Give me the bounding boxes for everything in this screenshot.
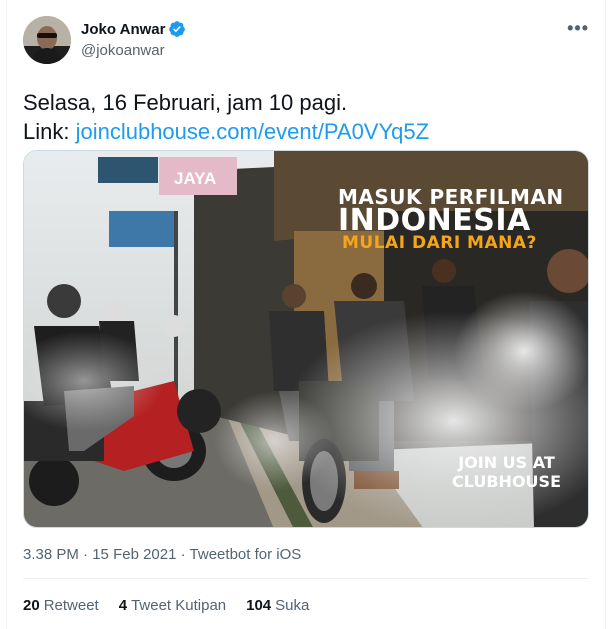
tweet-date[interactable]: 15 Feb 2021 [92, 546, 176, 563]
author-handle[interactable]: @jokoanwar [81, 42, 165, 59]
tweet-line-2: Link: joinclubhouse.com/event/PA0VYq5Z [23, 117, 429, 146]
more-options-icon[interactable]: ••• [567, 18, 589, 39]
link-prefix: Link: [23, 119, 76, 144]
retweets-stat[interactable]: 20 Retweet [23, 597, 99, 614]
quotes-count: 4 [118, 597, 128, 614]
tweet-media-image[interactable]: JAYA MASUK PERFILMAN INDONESIA MULAI DAR… [23, 150, 589, 528]
likes-count: 104 [246, 597, 272, 614]
retweets-label: Retweet [43, 597, 99, 614]
tweet-line-1: Selasa, 16 Februari, jam 10 pagi. [23, 90, 348, 115]
retweets-count: 20 [23, 597, 40, 614]
meta-separator-2: · [180, 546, 186, 563]
media-cta: JOIN US AT CLUBHOUSE [452, 453, 561, 491]
media-cta-line-1: JOIN US AT [458, 453, 555, 472]
tweet-source[interactable]: Tweetbot for iOS [190, 546, 302, 563]
tweet-time[interactable]: 3.38 PM [23, 546, 79, 563]
tweet-stats: 20 Retweet 4 Tweet Kutipan 104 Suka [23, 597, 309, 614]
tweet-text: Selasa, 16 Februari, jam 10 pagi. Link: … [23, 88, 429, 146]
quotes-stat[interactable]: 4 Tweet Kutipan [119, 597, 226, 614]
quotes-label: Tweet Kutipan [131, 597, 227, 614]
tweet-meta: 3.38 PM · 15 Feb 2021 · Tweetbot for iOS [23, 546, 301, 563]
author-name-row[interactable]: Joko Anwar [81, 20, 186, 38]
verified-badge-icon [169, 21, 186, 37]
divider [23, 578, 589, 579]
media-cta-line-2: CLUBHOUSE [452, 472, 561, 491]
media-subheadline: MULAI DARI MANA? [342, 233, 537, 253]
tweet-card: Joko Anwar @jokoanwar ••• Selasa, 16 Feb… [6, 0, 606, 629]
display-name[interactable]: Joko Anwar [81, 21, 165, 38]
meta-separator: · [83, 546, 89, 563]
likes-stat[interactable]: 104 Suka [246, 597, 309, 614]
avatar[interactable] [23, 16, 71, 64]
event-link[interactable]: joinclubhouse.com/event/PA0VYq5Z [76, 119, 429, 144]
likes-label: Suka [275, 597, 310, 614]
shop-sign-text: JAYA [174, 169, 216, 188]
